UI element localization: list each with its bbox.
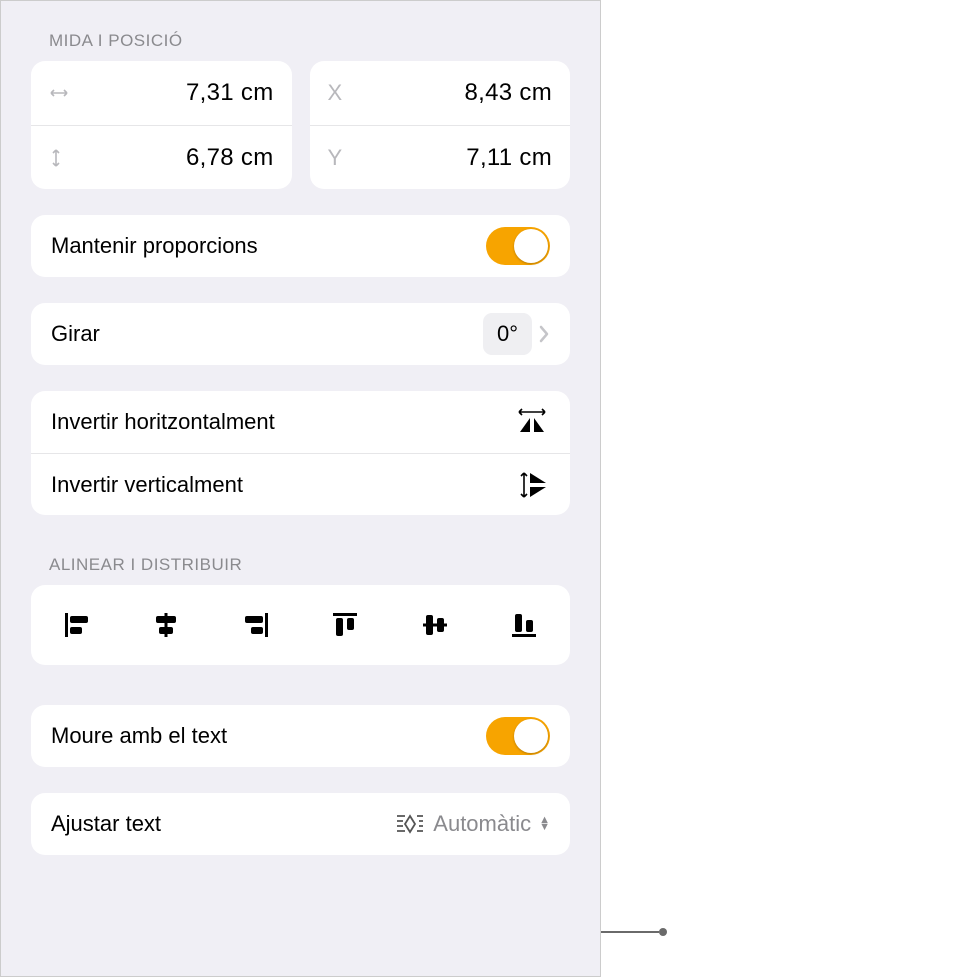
callout-area — [601, 0, 964, 977]
y-value: 7,11 cm — [356, 144, 553, 172]
align-center-v-button[interactable] — [413, 603, 457, 647]
move-with-text-row[interactable]: Moure amb el text — [31, 705, 570, 767]
size-position-grid: 7,31 cm 6,78 cm X 8,43 cm Y 7,11 cm — [31, 61, 570, 189]
constrain-toggle[interactable] — [486, 227, 550, 265]
align-left-button[interactable] — [55, 603, 99, 647]
wrap-row[interactable]: Ajustar text Automàtic ▲▼ — [31, 793, 570, 855]
constrain-row[interactable]: Mantenir proporcions — [31, 215, 570, 277]
rotate-label: Girar — [51, 321, 483, 347]
callout-leader-line — [601, 931, 659, 933]
constrain-label: Mantenir proporcions — [51, 233, 486, 259]
width-value: 7,31 cm — [77, 79, 274, 107]
flip-vertical-row[interactable]: Invertir verticalment — [31, 453, 570, 515]
arrange-inspector-panel: MIDA I POSICIÓ 7,31 cm 6,78 cm X 8,43 cm — [0, 0, 601, 977]
wrap-label: Ajustar text — [51, 811, 395, 837]
wrap-automatic-icon — [395, 812, 425, 836]
chevron-right-icon — [538, 324, 550, 344]
move-with-text-card: Moure amb el text — [31, 705, 570, 767]
align-buttons-row — [31, 585, 570, 665]
width-arrows-icon — [49, 86, 77, 100]
rotate-row[interactable]: Girar 0° — [31, 303, 570, 365]
rotate-card: Girar 0° — [31, 303, 570, 365]
align-header: ALINEAR I DISTRIBUIR — [49, 555, 570, 575]
width-field[interactable]: 7,31 cm — [31, 61, 292, 125]
x-value: 8,43 cm — [356, 79, 553, 107]
height-arrows-icon — [49, 148, 77, 168]
rotate-value[interactable]: 0° — [483, 313, 532, 355]
wrap-card: Ajustar text Automàtic ▲▼ — [31, 793, 570, 855]
align-center-h-button[interactable] — [144, 603, 188, 647]
constrain-card: Mantenir proporcions — [31, 215, 570, 277]
wrap-select[interactable]: Automàtic ▲▼ — [395, 811, 550, 837]
x-field[interactable]: X 8,43 cm — [310, 61, 571, 125]
height-field[interactable]: 6,78 cm — [31, 125, 292, 189]
move-with-text-toggle[interactable] — [486, 717, 550, 755]
align-bottom-button[interactable] — [502, 603, 546, 647]
align-right-button[interactable] — [234, 603, 278, 647]
wrap-value: Automàtic — [433, 811, 531, 837]
x-axis-label: X — [328, 80, 356, 106]
size-card: 7,31 cm 6,78 cm — [31, 61, 292, 189]
y-axis-label: Y — [328, 145, 356, 171]
size-position-header: MIDA I POSICIÓ — [49, 31, 570, 51]
height-value: 6,78 cm — [77, 144, 274, 172]
align-card — [31, 585, 570, 665]
flip-vertical-icon — [518, 469, 550, 501]
flip-horizontal-icon — [514, 408, 550, 436]
flip-horizontal-row[interactable]: Invertir horitzontalment — [31, 391, 570, 453]
position-card: X 8,43 cm Y 7,11 cm — [310, 61, 571, 189]
align-top-button[interactable] — [323, 603, 367, 647]
move-with-text-label: Moure amb el text — [51, 723, 486, 749]
up-down-chevrons-icon: ▲▼ — [539, 817, 550, 831]
flip-vertical-label: Invertir verticalment — [51, 472, 518, 498]
y-field[interactable]: Y 7,11 cm — [310, 125, 571, 189]
flip-horizontal-label: Invertir horitzontalment — [51, 409, 514, 435]
flip-card: Invertir horitzontalment Invertir vertic… — [31, 391, 570, 515]
